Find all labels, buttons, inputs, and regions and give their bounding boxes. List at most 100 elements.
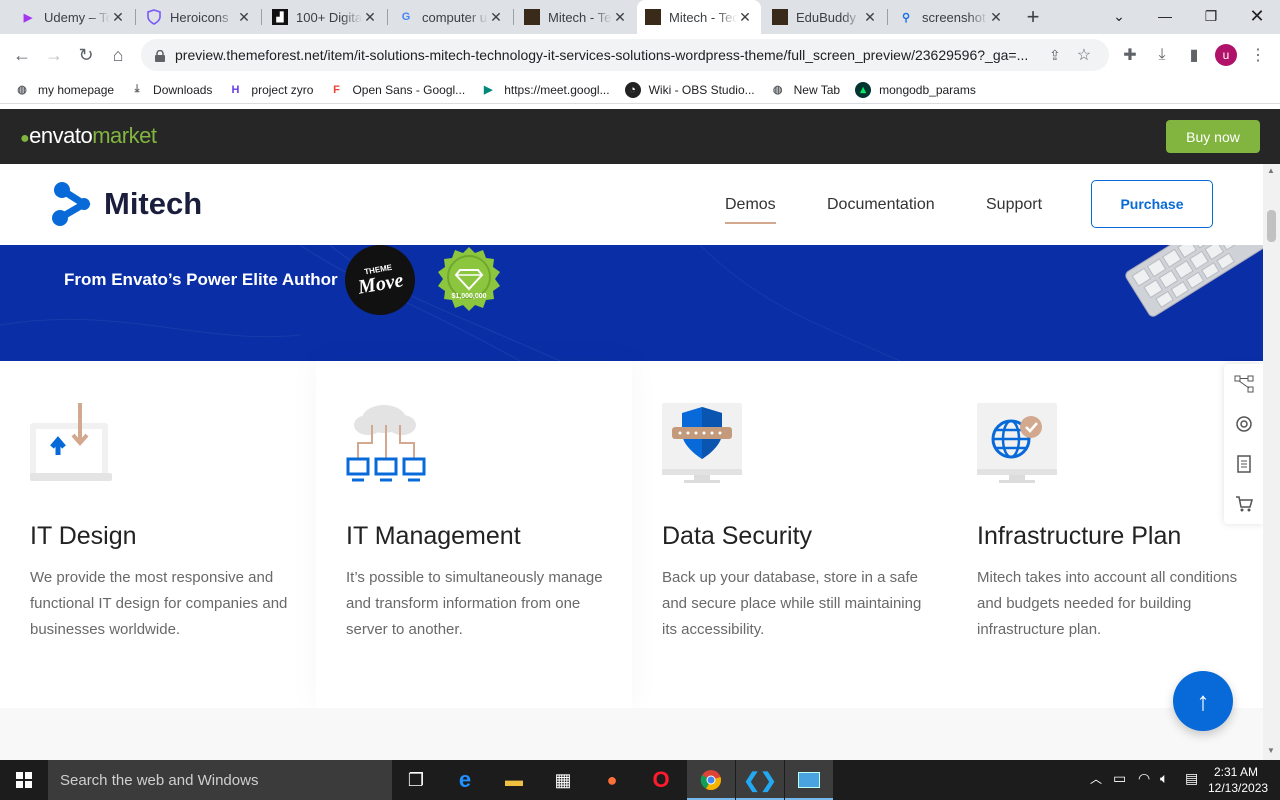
share-icon[interactable]: ⇪: [1049, 47, 1061, 64]
taskbar-clock[interactable]: 2:31 AM 12/13/2023: [1208, 764, 1268, 796]
tray-chevron-icon[interactable]: ︿: [1090, 770, 1102, 787]
close-tab-icon[interactable]: ✕: [988, 9, 1004, 26]
opera-icon[interactable]: O: [637, 760, 685, 800]
envato-logo[interactable]: ●envatomarket: [20, 123, 157, 149]
bookmark-item[interactable]: F Open Sans - Googl...: [328, 82, 465, 98]
browser-tab-active[interactable]: Mitech - Technology IT ✕: [637, 0, 761, 34]
bookmark-item[interactable]: ◍ my homepage: [14, 82, 114, 98]
edge-icon[interactable]: e: [441, 760, 489, 800]
feature-description: Mitech takes into account all conditions…: [977, 569, 1238, 638]
feature-card[interactable]: IT Management It’s possible to simultane…: [316, 361, 632, 708]
close-tab-icon[interactable]: ✕: [737, 9, 753, 26]
support-lifebuoy-icon[interactable]: [1234, 414, 1254, 434]
tab-strip: ▶ Udemy – Top Courses ✕ Heroicons ✕ ▟ 10…: [0, 0, 1280, 34]
heroicons-icon: [146, 9, 162, 25]
tab-search-icon[interactable]: ⌄: [1096, 0, 1142, 32]
file-explorer-icon[interactable]: ▬: [490, 760, 538, 800]
close-tab-icon[interactable]: ✕: [110, 9, 126, 26]
globe-monitor-icon: [977, 403, 1057, 483]
forward-icon[interactable]: →: [39, 40, 69, 70]
firefox-icon[interactable]: ●: [588, 760, 636, 800]
mitech-logo-icon: [52, 182, 91, 226]
bookmark-item[interactable]: ⤓ Downloads: [129, 82, 213, 98]
feature-card[interactable]: Data Security Back up your database, sto…: [632, 361, 948, 708]
control-panel-icon[interactable]: [785, 760, 833, 800]
brand-name: Mitech: [104, 186, 203, 221]
close-tab-icon[interactable]: ✕: [488, 9, 504, 26]
brand-logo[interactable]: Mitech: [50, 180, 202, 228]
envato-bar: ●envatomarket: [0, 109, 1280, 164]
arrow-up-icon: ↑: [1196, 685, 1210, 716]
browser-tab[interactable]: ▟ 100+ Digital Marketing ✕: [264, 0, 386, 34]
google-icon: G: [401, 11, 411, 23]
downloads-icon[interactable]: ⤓: [1147, 40, 1177, 70]
scroll-to-top-button[interactable]: ↑: [1173, 671, 1233, 731]
home-icon[interactable]: ⌂: [103, 40, 133, 70]
side-toolbar: [1224, 364, 1263, 524]
bookmark-item[interactable]: ▶ https://meet.googl...: [480, 82, 610, 98]
page-scrollbar[interactable]: ▲ ▼: [1263, 164, 1280, 760]
vscode-icon[interactable]: ❮❯: [736, 760, 784, 800]
browser-tab[interactable]: ▶ Udemy – Top Courses ✕: [12, 0, 134, 34]
udemy-icon: ▶: [23, 11, 33, 24]
store-icon[interactable]: ▦: [539, 760, 587, 800]
demos-share-icon[interactable]: [1234, 374, 1254, 394]
browser-toolbar: ← → ↻ ⌂ preview.themeforest.net/item/it-…: [0, 34, 1280, 76]
bookmark-item[interactable]: ▴ mongodb_params: [855, 81, 976, 98]
minimize-icon[interactable]: —: [1142, 0, 1188, 32]
address-bar[interactable]: preview.themeforest.net/item/it-solution…: [141, 39, 1109, 71]
browser-tab[interactable]: G computer use screenshot ✕: [390, 0, 512, 34]
bookmark-item[interactable]: ◍ New Tab: [770, 82, 840, 98]
close-tab-icon[interactable]: ✕: [362, 9, 378, 26]
menu-icon[interactable]: ⋮: [1243, 40, 1273, 70]
feature-card[interactable]: Infrastructure Plan Mitech takes into ac…: [946, 361, 1262, 708]
scroll-down-icon[interactable]: ▼: [1267, 746, 1275, 755]
documentation-book-icon[interactable]: [1234, 454, 1254, 474]
back-icon[interactable]: ←: [7, 40, 37, 70]
scrollbar-thumb[interactable]: [1267, 210, 1276, 242]
cart-icon[interactable]: [1234, 494, 1254, 514]
scroll-up-icon[interactable]: ▲: [1267, 166, 1275, 175]
power-elite-badge: $1,000,000: [436, 246, 502, 312]
reload-icon[interactable]: ↻: [71, 40, 101, 70]
feature-title: Infrastructure Plan: [977, 522, 1182, 550]
nav-demos[interactable]: Demos: [725, 196, 776, 224]
wifi-icon[interactable]: ◠: [1138, 770, 1150, 787]
side-panel-icon[interactable]: ▮: [1179, 40, 1209, 70]
feature-description: We provide the most responsive and funct…: [30, 569, 288, 638]
bookmark-item[interactable]: ◔ Wiki - OBS Studio...: [624, 81, 755, 98]
chrome-icon[interactable]: [687, 760, 735, 800]
nav-support[interactable]: Support: [986, 196, 1042, 214]
hero-wave-lines: [0, 245, 901, 361]
google-fonts-icon: F: [333, 83, 340, 96]
close-tab-icon[interactable]: ✕: [862, 9, 878, 26]
close-window-icon[interactable]: ✕: [1234, 0, 1280, 32]
browser-tab[interactable]: EduBuddy - Education ✕: [764, 0, 886, 34]
windows-start-icon[interactable]: [0, 760, 48, 800]
buy-now-button[interactable]: Buy now: [1166, 120, 1260, 153]
volume-icon[interactable]: 🔈︎: [1160, 770, 1168, 787]
restore-icon[interactable]: ❐: [1188, 0, 1234, 32]
battery-icon[interactable]: ▭: [1113, 770, 1126, 787]
close-tab-icon[interactable]: ✕: [236, 9, 252, 26]
bookmark-star-icon[interactable]: ☆: [1077, 45, 1091, 65]
task-view-icon[interactable]: ❐: [392, 760, 440, 800]
bookmarks-bar: ◍ my homepage ⤓ Downloads Hproject zyro FO…: [0, 76, 1280, 104]
browser-tab[interactable]: Heroicons ✕: [138, 0, 260, 34]
upload-laptop-icon: [30, 403, 112, 481]
new-tab-button[interactable]: +: [1018, 0, 1048, 34]
feature-card[interactable]: IT Design We provide the most responsive…: [0, 361, 316, 708]
browser-tab[interactable]: ⚲ screenshot - Search ✕: [890, 0, 1012, 34]
bookmark-item[interactable]: Hproject zyro: [227, 82, 313, 98]
close-tab-icon[interactable]: ✕: [612, 9, 628, 26]
extensions-icon[interactable]: ✚: [1115, 40, 1145, 70]
purchase-button[interactable]: Purchase: [1091, 180, 1213, 228]
mongodb-icon: ▴: [855, 81, 872, 98]
nav-documentation[interactable]: Documentation: [827, 196, 935, 214]
notifications-icon[interactable]: ▤: [1185, 770, 1198, 787]
profile-avatar[interactable]: u: [1211, 40, 1241, 70]
taskbar-search-input[interactable]: Search the web and Windows: [48, 760, 392, 800]
site-icon: ▟: [272, 9, 288, 25]
browser-tab[interactable]: Mitech - Technology IT ✕: [516, 0, 636, 34]
feature-title: IT Management: [346, 522, 521, 550]
